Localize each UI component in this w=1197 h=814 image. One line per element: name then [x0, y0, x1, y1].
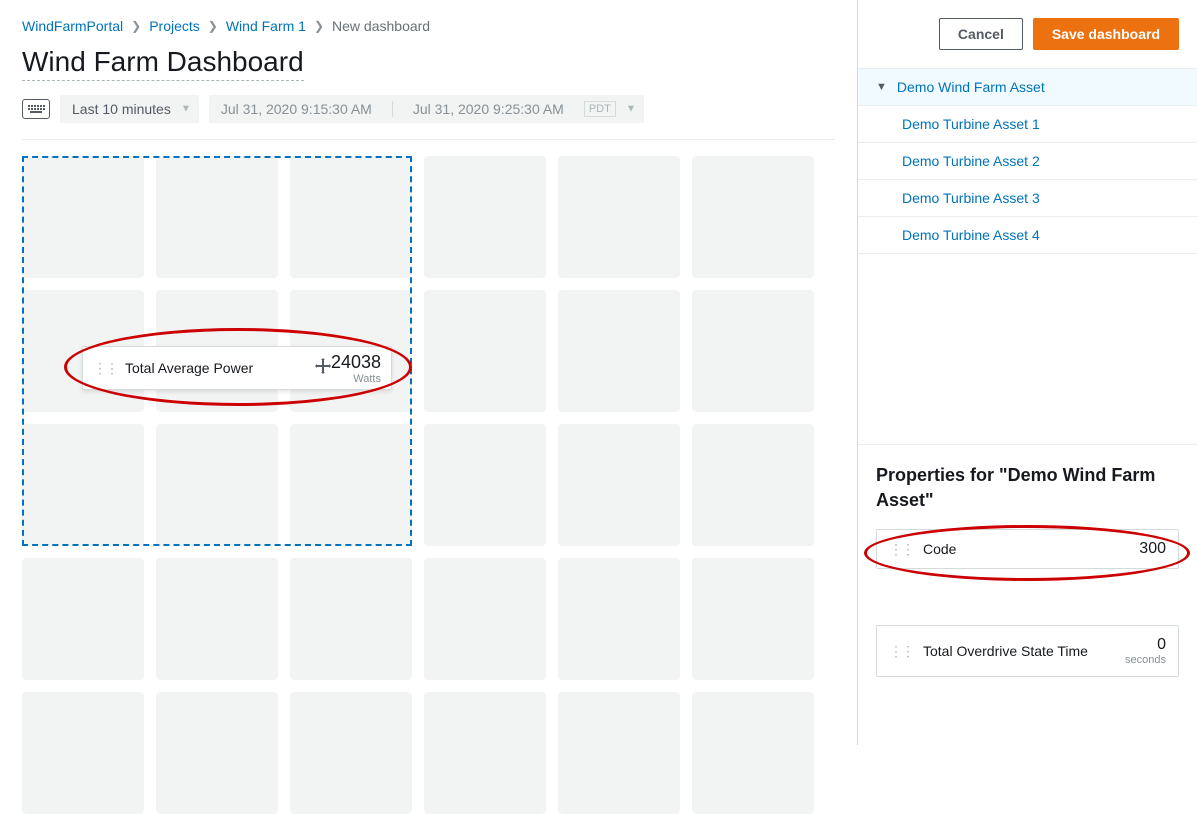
dragging-property-widget[interactable]: ⋮⋮ Total Average Power 24038 Watts	[82, 346, 392, 390]
move-cursor-icon	[315, 358, 331, 379]
time-preset-select[interactable]: Last 10 minutes	[60, 95, 199, 123]
breadcrumb-link-projects[interactable]: Projects	[149, 18, 200, 34]
property-unit: seconds	[1125, 654, 1166, 666]
grid-cell[interactable]	[22, 692, 144, 814]
grid-cell[interactable]	[692, 424, 814, 546]
grid-cell[interactable]	[558, 290, 680, 412]
breadcrumb-current: New dashboard	[332, 18, 430, 34]
grid-cell[interactable]	[22, 424, 144, 546]
grid-cell[interactable]	[692, 692, 814, 814]
drag-handle-icon: ⋮⋮	[93, 360, 117, 377]
property-value: 300	[1139, 540, 1166, 558]
grid-cell[interactable]	[558, 424, 680, 546]
widget-label: Total Average Power	[125, 360, 309, 376]
breadcrumb-link-windfarm1[interactable]: Wind Farm 1	[226, 18, 306, 34]
drag-handle-icon: ⋮⋮	[889, 643, 913, 660]
asset-tree-child[interactable]: Demo Turbine Asset 4	[858, 217, 1197, 254]
grid-cell[interactable]	[156, 558, 278, 680]
asset-tree-child[interactable]: Demo Turbine Asset 3	[858, 180, 1197, 217]
divider	[22, 139, 835, 140]
grid-cell[interactable]	[290, 156, 412, 278]
grid-cell[interactable]	[692, 156, 814, 278]
drag-handle-icon: ⋮⋮	[889, 541, 913, 558]
time-start: Jul 31, 2020 9:15:30 AM	[221, 101, 372, 117]
asset-tree-child[interactable]: Demo Turbine Asset 1	[858, 106, 1197, 143]
side-panel-header: Cancel Save dashboard	[858, 0, 1197, 69]
asset-tree-parent[interactable]: ▼ Demo Wind Farm Asset	[858, 69, 1197, 106]
page-title[interactable]: Wind Farm Dashboard	[22, 46, 304, 81]
main-canvas-area: WindFarmPortal ❯ Projects ❯ Wind Farm 1 …	[0, 0, 857, 745]
time-toolbar: Last 10 minutes Jul 31, 2020 9:15:30 AM …	[22, 95, 835, 123]
asset-label: Demo Wind Farm Asset	[897, 79, 1045, 95]
grid-cell[interactable]	[692, 558, 814, 680]
grid-cell[interactable]	[558, 156, 680, 278]
grid-cell[interactable]	[424, 156, 546, 278]
grid-cell[interactable]	[22, 156, 144, 278]
keyboard-icon[interactable]	[22, 99, 50, 119]
grid-cell[interactable]	[424, 424, 546, 546]
widget-value: 24038	[331, 352, 381, 373]
widget-unit: Watts	[353, 373, 381, 385]
property-value: 0	[1157, 636, 1166, 654]
time-end: Jul 31, 2020 9:25:30 AM	[413, 101, 564, 117]
property-label: Total Overdrive State Time	[923, 643, 1125, 659]
time-range-picker[interactable]: Jul 31, 2020 9:15:30 AM Jul 31, 2020 9:2…	[209, 95, 644, 123]
chevron-right-icon: ❯	[131, 19, 141, 33]
grid-cell[interactable]	[424, 290, 546, 412]
grid-cell[interactable]	[290, 692, 412, 814]
grid-cell[interactable]	[290, 558, 412, 680]
property-gap-placeholder	[876, 581, 1179, 625]
grid-cell[interactable]	[156, 424, 278, 546]
dashboard-grid-area[interactable]: ⋮⋮ Total Average Power 24038 Watts	[22, 156, 822, 814]
dashboard-grid	[22, 156, 822, 814]
grid-cell[interactable]	[424, 692, 546, 814]
breadcrumb: WindFarmPortal ❯ Projects ❯ Wind Farm 1 …	[22, 18, 835, 34]
caret-down-icon: ▼	[876, 81, 887, 93]
side-panel: Cancel Save dashboard ▼ Demo Wind Farm A…	[857, 0, 1197, 745]
grid-cell[interactable]	[558, 692, 680, 814]
chevron-right-icon: ❯	[208, 19, 218, 33]
grid-cell[interactable]	[156, 692, 278, 814]
timezone-badge: PDT	[584, 101, 616, 117]
grid-cell[interactable]	[424, 558, 546, 680]
properties-title: Properties for "Demo Wind Farm Asset"	[876, 463, 1179, 513]
property-item[interactable]: ⋮⋮ Code 300	[876, 529, 1179, 569]
grid-cell[interactable]	[22, 558, 144, 680]
grid-cell[interactable]	[692, 290, 814, 412]
property-label: Code	[923, 541, 1139, 557]
grid-cell[interactable]	[558, 558, 680, 680]
cancel-button[interactable]: Cancel	[939, 18, 1023, 50]
property-item[interactable]: ⋮⋮ Total Overdrive State Time 0 seconds	[876, 625, 1179, 677]
asset-tree-child[interactable]: Demo Turbine Asset 2	[858, 143, 1197, 180]
chevron-right-icon: ❯	[314, 19, 324, 33]
breadcrumb-link-portal[interactable]: WindFarmPortal	[22, 18, 123, 34]
grid-cell[interactable]	[290, 424, 412, 546]
asset-tree: ▼ Demo Wind Farm Asset Demo Turbine Asse…	[858, 69, 1197, 254]
divider	[392, 101, 393, 117]
save-dashboard-button[interactable]: Save dashboard	[1033, 18, 1179, 50]
properties-section: Properties for "Demo Wind Farm Asset" ⋮⋮…	[858, 444, 1197, 707]
grid-cell[interactable]	[156, 156, 278, 278]
